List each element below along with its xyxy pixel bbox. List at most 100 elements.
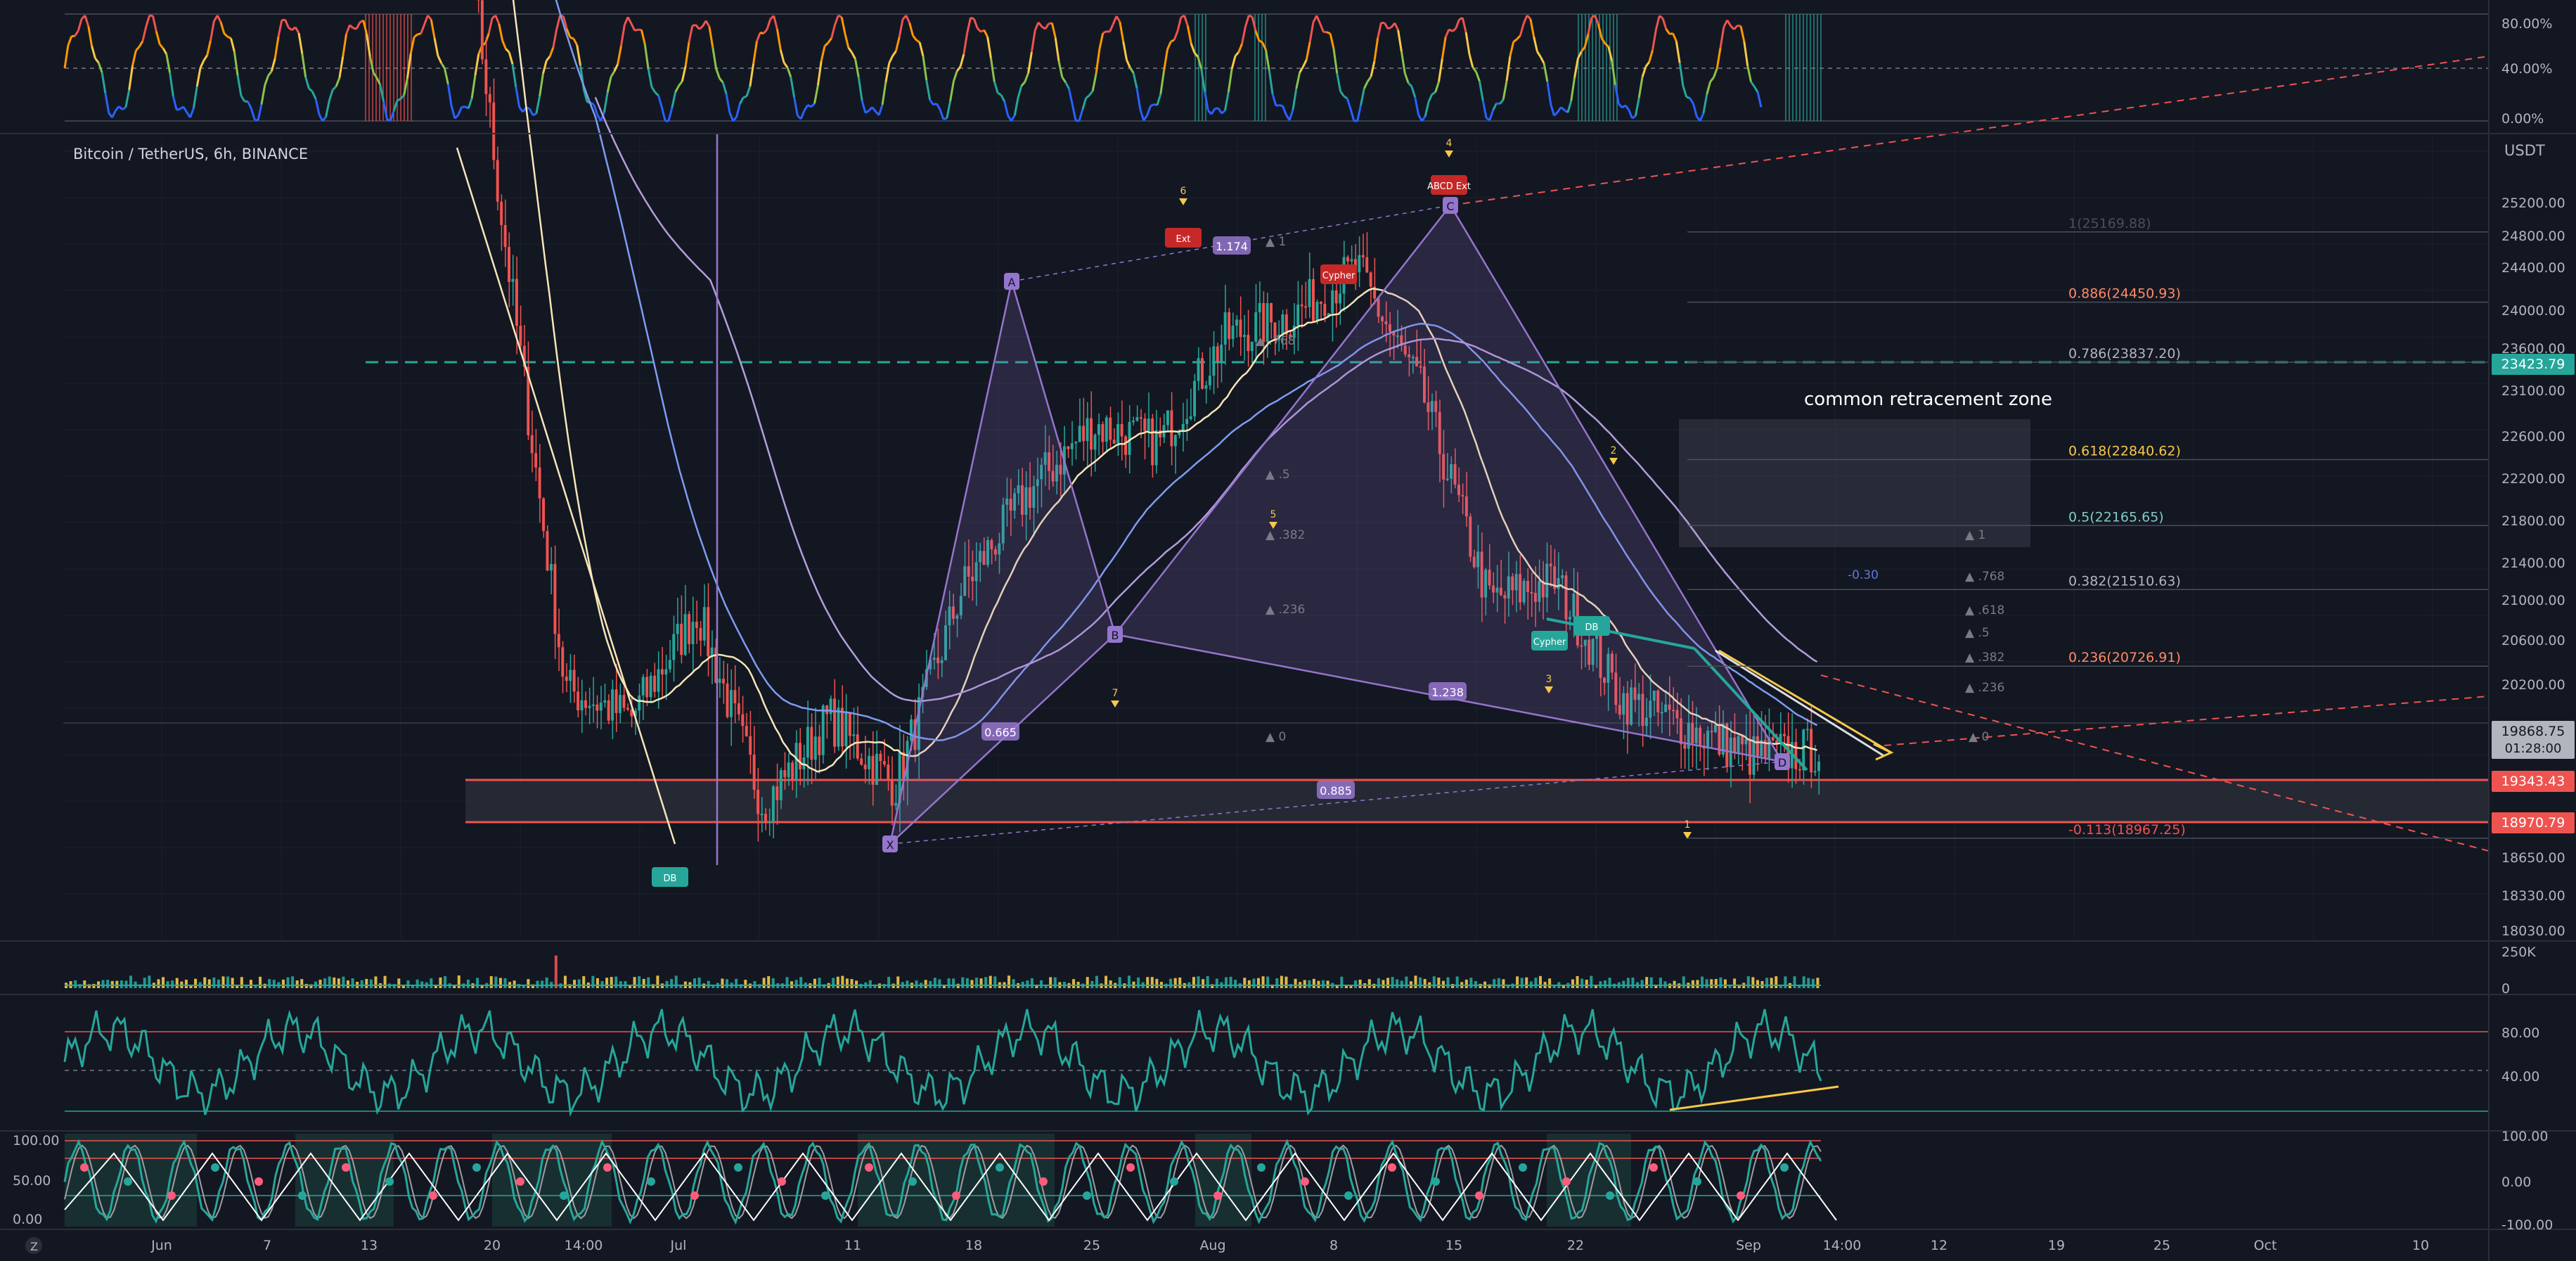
- candle-body: [1242, 335, 1246, 338]
- stoch-top-curve: [1737, 24, 1741, 27]
- candle-body: [1212, 346, 1216, 376]
- volume-bar: [397, 978, 401, 988]
- trading-chart[interactable]: X A B C D 0.665 1.174 1.238 0.885 Ext ABCD Ext Cyph…: [0, 0, 2576, 1261]
- volume-bar: [1040, 980, 1043, 988]
- volume-bar: [735, 978, 738, 988]
- candle-body: [779, 770, 783, 800]
- volume-bar: [970, 980, 974, 988]
- fib-mini-level: ▲ .768: [1256, 334, 1295, 348]
- signal-label: DB: [664, 873, 677, 884]
- candle-body: [718, 679, 721, 683]
- volume-bar: [383, 975, 387, 988]
- volume-bar: [1127, 975, 1131, 988]
- signal-label: Ext: [1176, 234, 1190, 245]
- volume-bar: [915, 980, 918, 988]
- volume-bar: [947, 978, 951, 988]
- candle-body: [1208, 376, 1211, 385]
- candle-body: [1346, 257, 1349, 262]
- candle-body: [1813, 771, 1817, 773]
- candle-body: [641, 677, 645, 696]
- fib-level-label: 0.618(22840.62): [2068, 443, 2181, 459]
- volume-bar: [194, 978, 198, 988]
- timezone-label[interactable]: Z: [30, 1240, 38, 1253]
- candle-body: [764, 814, 767, 824]
- volume-bar: [1474, 980, 1477, 988]
- candle-body: [1078, 425, 1081, 442]
- wave-number: 4: [1446, 138, 1453, 149]
- volume-bar: [1645, 977, 1649, 988]
- candle-body: [871, 755, 875, 785]
- volume-bar: [240, 977, 243, 988]
- stoch-top-curve: [1248, 14, 1253, 18]
- time-tick: 11: [844, 1238, 861, 1253]
- stoch-left-tick: 50.00: [13, 1173, 51, 1189]
- volume-bar: [799, 977, 803, 988]
- volume-bar: [1626, 978, 1630, 988]
- fib-mini-level: ▲ .618: [1965, 603, 2004, 617]
- volume-bar: [984, 977, 988, 988]
- volume-bar: [850, 979, 854, 988]
- volume-bar: [1358, 979, 1362, 988]
- candle-body: [657, 669, 660, 692]
- volume-bar: [1155, 978, 1159, 988]
- volume-bar: [1400, 980, 1403, 988]
- stoch-top-curve: [149, 14, 153, 18]
- volume-bar: [1252, 978, 1256, 988]
- candle-body: [561, 647, 565, 677]
- time-tick: 15: [1445, 1238, 1462, 1253]
- candle-body: [515, 279, 518, 326]
- candle-body: [848, 712, 851, 736]
- pattern-ratio-label: 1.174: [1216, 240, 1248, 253]
- stoch-cross-dot: [167, 1191, 176, 1200]
- candle-body: [741, 714, 745, 726]
- volume-bar: [836, 976, 839, 988]
- candle-body: [511, 279, 515, 282]
- volume-bar: [212, 977, 216, 988]
- volume-bar: [1275, 978, 1279, 988]
- volume-bar: [952, 978, 955, 988]
- volume-bar: [642, 978, 645, 988]
- volume-bar: [318, 980, 322, 988]
- candle-body: [538, 467, 541, 499]
- volume-bar: [744, 980, 747, 988]
- volume-bar: [1775, 976, 1778, 988]
- candle-body: [496, 160, 499, 202]
- pattern-point-label: B: [1112, 629, 1119, 642]
- volume-bar: [1086, 977, 1089, 988]
- volume-bar: [577, 979, 581, 988]
- volume-bar: [1751, 977, 1755, 988]
- volume-bar: [1469, 978, 1473, 988]
- symbol-title[interactable]: Bitcoin / TetherUS, 6h, BINANCE: [73, 146, 308, 162]
- candle-body: [702, 607, 706, 641]
- volume-bar: [965, 978, 969, 988]
- fib-mini-level: ▲ 1: [1266, 235, 1286, 249]
- price-tick: 21400.00: [2501, 556, 2565, 571]
- volume-bar: [868, 980, 872, 988]
- candle-body: [1300, 305, 1303, 307]
- volume-bar: [444, 976, 447, 988]
- volume-bar: [536, 980, 539, 988]
- candle-body: [664, 669, 668, 675]
- volume-bar: [993, 976, 997, 988]
- volume-bar: [498, 978, 502, 988]
- stoch-cross-dot: [385, 1177, 394, 1186]
- time-tick: 8: [1329, 1238, 1338, 1253]
- volume-bar: [1105, 975, 1108, 988]
- candle-body: [749, 736, 752, 755]
- candle-body: [626, 708, 629, 710]
- volume-bar: [203, 977, 207, 988]
- volume-bar: [1229, 976, 1232, 988]
- candle-body: [1193, 380, 1197, 416]
- stoch-top-curve: [1686, 96, 1691, 100]
- stoch-cross-dot: [1693, 1177, 1701, 1186]
- volume-bar: [466, 979, 470, 988]
- volume-bar: [513, 980, 516, 988]
- volume-bar: [938, 979, 941, 988]
- candle-body: [833, 698, 837, 747]
- candle-body: [1128, 421, 1131, 455]
- time-tick: 19: [2048, 1238, 2065, 1253]
- volume-bar: [1026, 980, 1029, 988]
- volume-bar: [1765, 978, 1769, 988]
- time-tick: 25: [1083, 1238, 1100, 1253]
- candle-body: [1239, 319, 1242, 338]
